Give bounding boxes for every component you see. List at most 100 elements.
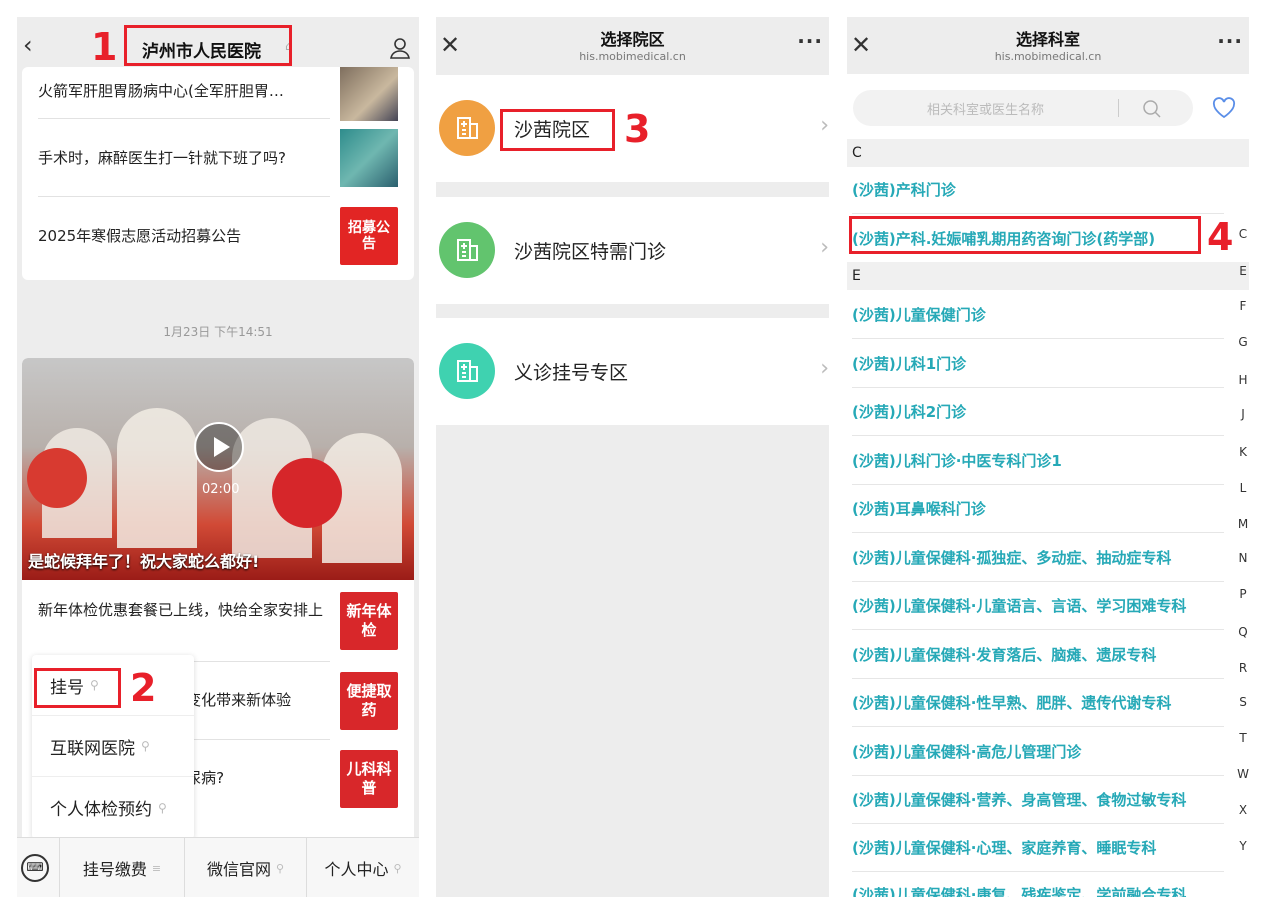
favorite-heart-icon[interactable] (1212, 97, 1236, 119)
bottom-menu-label: 挂号缴费 (82, 860, 147, 879)
department-item[interactable]: (沙茜)儿童保健科·孤独症、多动症、抽动症专科 (852, 547, 1171, 568)
bottom-menu-registration[interactable]: 挂号缴费 ≡ (59, 838, 184, 897)
index-letter[interactable]: R (1237, 661, 1249, 675)
menu-item-internet-hospital[interactable]: 互联网医院 ⚲ (32, 716, 194, 777)
profile-icon[interactable] (389, 37, 411, 59)
department-item[interactable]: (沙茜)儿童保健门诊 (852, 304, 986, 325)
search-placeholder: 相关科室或医生名称 (926, 103, 1044, 118)
article-item[interactable]: 火箭军肝胆胃肠病中心(全军肝胆胃… (22, 67, 414, 121)
page-title: 选择科室 (1015, 30, 1080, 49)
select-department-panel: ✕ 选择科室 his.mobimedical.cn ··· 相关科室或医生名称 … (847, 17, 1249, 897)
building-icon (439, 222, 495, 278)
department-item[interactable]: (沙茜)儿童保健科·儿童语言、言语、学习困难专科 (852, 595, 1186, 616)
article-title: i变化带来新体验 (182, 691, 292, 709)
menu-item-label: 互联网医院 (50, 738, 135, 759)
index-letter[interactable]: K (1237, 445, 1249, 459)
link-icon: ⚲ (141, 739, 150, 753)
section-header: C (847, 139, 1249, 167)
chevron-right-icon: › (820, 113, 829, 138)
annotation-box-4 (849, 216, 1201, 254)
annotation-number: 3 (624, 107, 651, 151)
building-icon (439, 343, 495, 399)
index-letter[interactable]: L (1237, 481, 1249, 495)
department-item[interactable]: (沙茜)儿童保健科·康复、残疾鉴定、学前融合专科 (852, 884, 1186, 897)
bottom-menu-label: 个人中心 (324, 860, 389, 879)
index-letter[interactable]: X (1237, 803, 1249, 817)
article-thumbnail (340, 67, 398, 121)
index-letter[interactable]: T (1237, 731, 1249, 745)
campus-name: 义诊挂号专区 (514, 362, 629, 384)
index-letter[interactable]: M (1237, 517, 1249, 531)
campus-header: ✕ 选择院区 his.mobimedical.cn ··· (436, 17, 829, 74)
department-item[interactable]: (沙茜)儿童保健科·发育落后、脑瘫、遗尿专科 (852, 644, 1156, 665)
index-letter[interactable]: N (1237, 551, 1249, 565)
link-icon: ⚲ (158, 800, 167, 815)
menu-item-label: 个人体检预约 (50, 800, 152, 820)
annotation-box-3 (500, 109, 615, 151)
bottom-menu-bar: ⌨ 挂号缴费 ≡ 微信官网 ⚲ 个人中心 ⚲ (17, 837, 419, 897)
department-header: ✕ 选择科室 his.mobimedical.cn ··· (847, 17, 1249, 74)
article-item[interactable]: 2025年寒假志愿活动招募公告 招募公告 (22, 197, 414, 275)
department-item[interactable]: (沙茜)儿科门诊·中医专科门诊1 (852, 450, 1062, 471)
department-item[interactable]: (沙茜)儿童保健科·性早熟、肥胖、遗传代谢专科 (852, 692, 1171, 713)
department-item[interactable]: (沙茜)儿科1门诊 (852, 353, 966, 374)
section-header: E (847, 262, 1249, 290)
official-account-panel: ‹ 泸州市人民医院 ⌂ 火箭军肝胆胃肠病中心(全军肝胆胃… 手术时，麻醉医生打一… (17, 17, 419, 897)
department-item[interactable]: (沙茜)产科门诊 (852, 179, 956, 200)
chevron-right-icon: › (820, 235, 829, 260)
article-thumbnail (340, 129, 398, 187)
article-title: 新年体检优惠套餐已上线，快给全家安排上 (38, 601, 324, 619)
article-tag-thumbnail: 招募公告 (340, 207, 398, 265)
menu-item-checkup[interactable]: 个人体检预约 ⚲ (32, 777, 194, 838)
campus-item[interactable]: 义诊挂号专区 › (436, 318, 829, 425)
index-letter[interactable]: C (1237, 227, 1249, 241)
index-letter[interactable]: G (1237, 335, 1249, 349)
department-item[interactable]: (沙茜)耳鼻喉科门诊 (852, 498, 986, 519)
article-item[interactable]: 新年体检优惠套餐已上线，快给全家安排上 新年体检 (22, 580, 414, 662)
article-tag-thumbnail: 儿科科普 (340, 750, 398, 808)
play-icon[interactable] (194, 422, 244, 472)
index-letter[interactable]: Y (1237, 839, 1249, 853)
article-title: 2025年寒假志愿活动招募公告 (38, 227, 242, 245)
index-letter[interactable]: S (1237, 695, 1249, 709)
campus-name: 沙茜院区特需门诊 (514, 241, 667, 263)
annotation-number: 1 (91, 25, 118, 69)
index-letter[interactable]: W (1237, 767, 1249, 781)
bottom-menu-website[interactable]: 微信官网 ⚲ (184, 838, 306, 897)
article-item[interactable]: 手术时，麻醉医生打一针就下班了吗? (22, 119, 414, 197)
article-card-top: 火箭军肝胆胃肠病中心(全军肝胆胃… 手术时，麻醉医生打一针就下班了吗? 2025… (22, 67, 414, 280)
page-title: 选择院区 (600, 30, 665, 49)
article-title: 火箭军肝胆胃肠病中心(全军肝胆胃… (38, 82, 284, 100)
index-letter[interactable]: E (1237, 264, 1249, 278)
timestamp: 1月23日 下午14:51 (163, 325, 273, 339)
bottom-menu-label: 微信官网 (206, 860, 271, 879)
page-subtitle: his.mobimedical.cn (994, 50, 1102, 63)
video-cover[interactable]: 02:00 是蛇候拜年了！祝大家蛇么都好! (22, 358, 414, 580)
more-icon[interactable]: ··· (797, 29, 823, 53)
index-letter[interactable]: P (1237, 587, 1249, 601)
campus-item[interactable]: 沙茜院区特需门诊 › (436, 197, 829, 304)
index-letter[interactable]: J (1237, 407, 1249, 421)
keyboard-icon[interactable]: ⌨ (21, 854, 49, 882)
index-letter[interactable]: H (1237, 373, 1249, 387)
video-caption: 是蛇候拜年了！祝大家蛇么都好! (28, 552, 260, 571)
annotation-box-2 (34, 668, 121, 708)
building-icon (439, 100, 495, 156)
department-item[interactable]: (沙茜)儿童保健科·高危儿管理门诊 (852, 741, 1081, 762)
more-icon[interactable]: ··· (1217, 29, 1243, 53)
department-item[interactable]: (沙茜)儿童保健科·营养、身高管理、食物过敏专科 (852, 789, 1186, 810)
article-tag-thumbnail: 新年体检 (340, 592, 398, 650)
chevron-right-icon: › (820, 356, 829, 381)
index-letter[interactable]: Q (1237, 625, 1249, 639)
department-item[interactable]: (沙茜)儿童保健科·心理、家庭养育、睡眠专科 (852, 837, 1156, 858)
article-title: 手术时，麻醉医生打一针就下班了吗? (38, 149, 286, 167)
select-campus-panel: ✕ 选择院区 his.mobimedical.cn ··· 沙茜院区 › 沙茜院… (436, 17, 829, 897)
annotation-number: 2 (130, 666, 157, 710)
page-subtitle: his.mobimedical.cn (579, 50, 686, 63)
department-item[interactable]: (沙茜)儿科2门诊 (852, 401, 966, 422)
index-letter[interactable]: F (1237, 299, 1249, 313)
bottom-menu-personal[interactable]: 个人中心 ⚲ (306, 838, 419, 897)
back-icon[interactable]: ‹ (23, 31, 33, 59)
search-icon[interactable] (1142, 99, 1162, 119)
search-input[interactable]: 相关科室或医生名称 (853, 90, 1193, 126)
